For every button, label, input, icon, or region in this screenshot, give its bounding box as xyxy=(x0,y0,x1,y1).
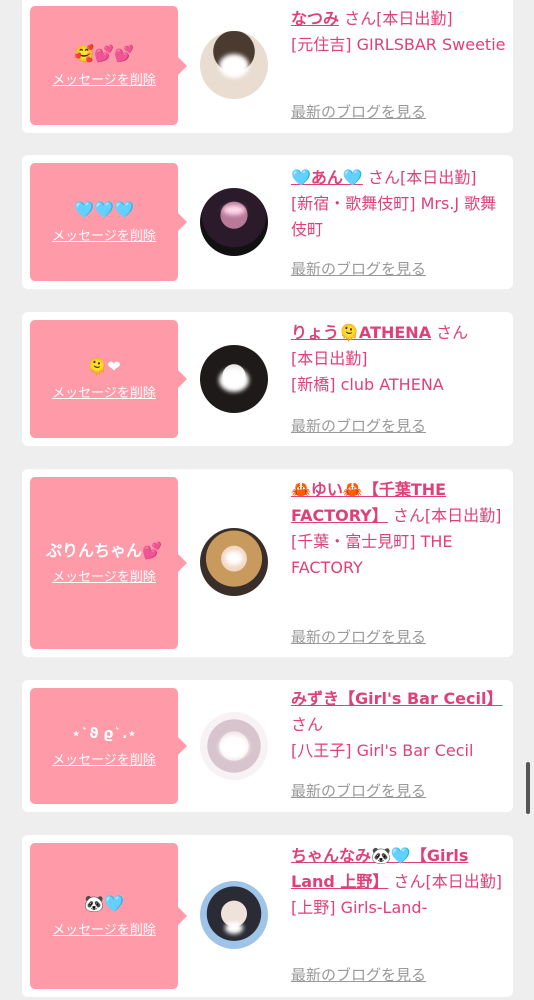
avatar[interactable] xyxy=(200,528,268,596)
message-text: 🩵🩵🩵 xyxy=(74,200,134,219)
message-text: 🥰💕💕 xyxy=(74,43,134,63)
latest-blog-link[interactable]: 最新のブログを見る xyxy=(291,102,426,122)
work-status: [本日出勤] xyxy=(425,872,503,891)
avatar[interactable] xyxy=(200,881,268,949)
delete-message-link[interactable]: メッセージを削除 xyxy=(52,73,156,89)
shop-name: [新橋] club ATHENA xyxy=(291,375,444,394)
face-blur xyxy=(223,205,245,216)
shop-name: [上野] Girls-Land- xyxy=(291,898,428,917)
cast-name-link[interactable]: なつみ xyxy=(291,9,339,28)
delete-message-link[interactable]: メッセージを削除 xyxy=(52,229,156,245)
latest-blog-link[interactable]: 最新のブログを見る xyxy=(291,627,426,647)
honorific: さん xyxy=(344,9,377,28)
message-text: ぷりんちゃん💕 xyxy=(46,541,162,560)
work-status: [本日出勤] xyxy=(399,168,477,187)
cast-info: なつみ さん[本日出勤] [元住吉] GIRLSBAR Sweetie xyxy=(291,6,506,58)
message-card: 🐼🩵 メッセージを削除 ちゃんなみ🐼🩵【Girls Land 上野】 さん[本日… xyxy=(22,835,513,997)
message-text: ⋆ ͛ ϑ ϱ ͛ .⋆ xyxy=(71,726,137,742)
face-blur xyxy=(219,54,249,79)
cast-name-link[interactable]: 🩵あん🩵 xyxy=(291,168,363,187)
scrollbar[interactable] xyxy=(526,762,530,814)
honorific: さん xyxy=(393,872,426,891)
latest-blog-link[interactable]: 最新のブログを見る xyxy=(291,259,426,279)
delete-message-link[interactable]: メッセージを削除 xyxy=(52,753,156,769)
honorific: さん xyxy=(367,168,400,187)
message-card: 🥰💕💕 メッセージを削除 なつみ さん[本日出勤] [元住吉] GIRLSBAR… xyxy=(22,0,513,133)
message-card: 🫠❤ メッセージを削除 りょう🫠ATHENA さん [本日出勤] [新橋] cl… xyxy=(22,312,513,446)
honorific: さん xyxy=(436,323,469,342)
cast-info: 🦀ゆい🦀【千葉THE FACTORY】 さん[本日出勤] [千葉・富士見町] T… xyxy=(291,477,506,581)
avatar[interactable] xyxy=(200,345,268,413)
face-blur xyxy=(225,922,243,935)
latest-blog-link[interactable]: 最新のブログを見る xyxy=(291,965,426,985)
work-status: [本日出勤] xyxy=(376,9,453,28)
cast-info: 🩵あん🩵 さん[本日出勤] [新宿・歌舞伎町] Mrs.J 歌舞伎町 xyxy=(291,165,506,243)
message-card: ぷりんちゃん💕 メッセージを削除 🦀ゆい🦀【千葉THE FACTORY】 さん[… xyxy=(22,469,513,657)
message-bubble: 🐼🩵 メッセージを削除 xyxy=(30,843,187,989)
cast-name-link[interactable]: みずき【Girl's Bar Cecil】 xyxy=(291,689,503,708)
shop-name: [八王子] Girl's Bar Cecil xyxy=(291,741,474,760)
honorific: さん xyxy=(392,506,425,525)
message-bubble: ⋆ ͛ ϑ ϱ ͛ .⋆ メッセージを削除 xyxy=(30,688,187,804)
latest-blog-link[interactable]: 最新のブログを見る xyxy=(291,781,426,801)
message-bubble: 🩵🩵🩵 メッセージを削除 xyxy=(30,163,187,281)
message-bubble: 🥰💕💕 メッセージを削除 xyxy=(30,6,187,125)
cast-info: みずき【Girl's Bar Cecil】 さん [八王子] Girl's Ba… xyxy=(291,686,506,764)
message-bubble: ぷりんちゃん💕 メッセージを削除 xyxy=(30,477,187,649)
avatar[interactable] xyxy=(200,188,268,256)
delete-message-link[interactable]: メッセージを削除 xyxy=(52,386,156,402)
face-blur xyxy=(219,735,249,760)
shop-name: [元住吉] GIRLSBAR Sweetie xyxy=(291,35,506,54)
message-card: ⋆ ͛ ϑ ϱ ͛ .⋆ メッセージを削除 みずき【Girl's Bar Cec… xyxy=(22,680,513,812)
shop-name: [新宿・歌舞伎町] Mrs.J 歌舞伎町 xyxy=(291,194,497,239)
delete-message-link[interactable]: メッセージを削除 xyxy=(52,923,156,939)
work-status: [本日出勤] xyxy=(291,349,368,368)
cast-name-link[interactable]: りょう🫠ATHENA xyxy=(291,323,431,342)
message-card: 🩵🩵🩵 メッセージを削除 🩵あん🩵 さん[本日出勤] [新宿・歌舞伎町] Mrs… xyxy=(22,155,513,289)
message-text: 🫠❤ xyxy=(87,357,121,376)
message-bubble: 🫠❤ メッセージを削除 xyxy=(30,320,187,438)
avatar[interactable] xyxy=(200,31,268,99)
cast-info: りょう🫠ATHENA さん [本日出勤] [新橋] club ATHENA xyxy=(291,320,506,398)
cast-info: ちゃんなみ🐼🩵【Girls Land 上野】 さん[本日出勤] [上野] Gir… xyxy=(291,843,506,921)
message-text: 🐼🩵 xyxy=(84,894,124,913)
avatar[interactable] xyxy=(200,712,268,780)
face-blur xyxy=(219,368,249,393)
honorific: さん xyxy=(291,715,324,734)
latest-blog-link[interactable]: 最新のブログを見る xyxy=(291,416,426,436)
shop-name: [千葉・富士見町] THE FACTORY xyxy=(291,532,453,577)
delete-message-link[interactable]: メッセージを削除 xyxy=(52,570,156,586)
face-blur xyxy=(225,551,243,566)
work-status: [本日出勤] xyxy=(424,506,502,525)
